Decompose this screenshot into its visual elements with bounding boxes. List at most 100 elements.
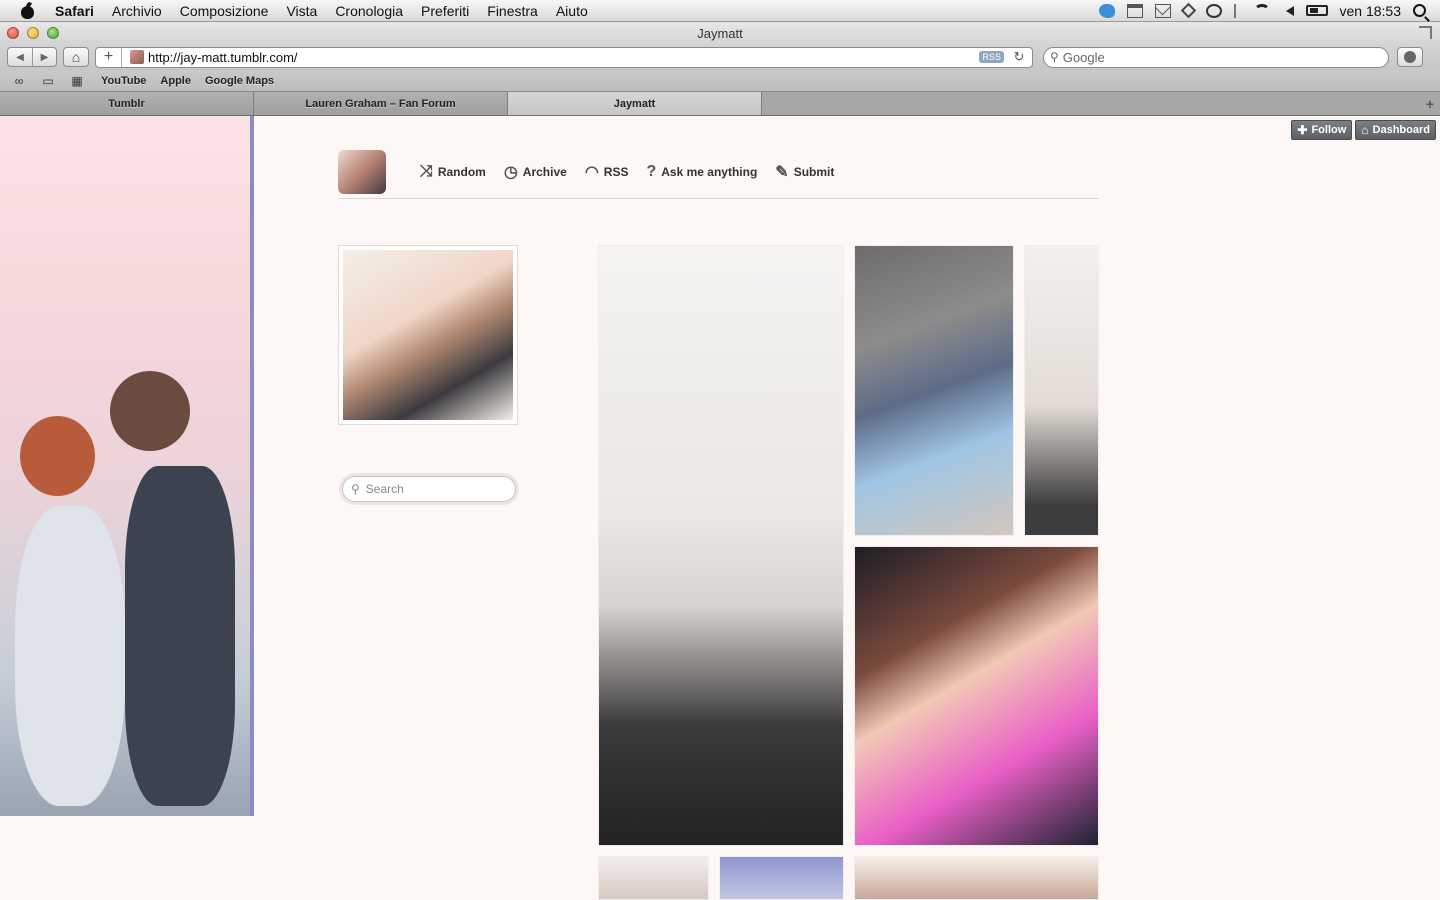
menu-preferiti[interactable]: Preferiti (412, 3, 478, 19)
search-icon: ⚲ (351, 482, 360, 496)
dropbox-icon[interactable] (1180, 2, 1196, 19)
dashboard-button[interactable]: ⌂ Dashboard (1355, 120, 1436, 140)
new-tab-icon[interactable]: + (1420, 92, 1440, 115)
profile-photo-card (338, 245, 518, 425)
post-photo[interactable] (598, 856, 709, 900)
post-photo[interactable] (854, 546, 1099, 846)
post-photo[interactable] (598, 245, 844, 846)
nav-submit-label: Submit (793, 165, 835, 179)
menu-app-name[interactable]: Safari (46, 3, 103, 19)
web-page: ✚ Follow ⌂ Dashboard ⤨ Random ◷ Archive … (0, 116, 1440, 900)
blog-search-placeholder: Search (365, 482, 404, 496)
sidebar-photo-head-2 (20, 416, 95, 496)
apple-menu-icon[interactable] (18, 3, 38, 19)
bookmark-youtube[interactable]: YouTube (101, 75, 146, 87)
rss-icon: ◠ (584, 164, 599, 181)
tab-lauren-graham-forum[interactable]: Lauren Graham – Fan Forum (254, 92, 508, 115)
back-button[interactable]: ◀ (8, 48, 32, 66)
add-bookmark-icon[interactable]: + (96, 47, 122, 67)
nav-archive[interactable]: ◷ Archive (504, 162, 567, 182)
google-search-field[interactable]: ⚲ Google (1043, 46, 1389, 68)
bookmarks-icon[interactable]: ▭ (38, 74, 58, 88)
menu-finestra[interactable]: Finestra (478, 3, 547, 19)
address-bar[interactable]: + http://jay-matt.tumblr.com/ RSS ↻ (95, 46, 1033, 68)
sidebar-border (250, 116, 254, 816)
plus-icon: ✚ (1297, 123, 1308, 137)
menu-archivio[interactable]: Archivio (103, 3, 171, 19)
bookmarks-bar: ∞ ▭ ▦ YouTube Apple Google Maps (0, 70, 1440, 92)
reload-icon[interactable]: ↻ (1010, 49, 1028, 65)
nav-ask-label: Ask me anything (661, 165, 758, 179)
twitter-icon[interactable] (1098, 3, 1115, 18)
history-nav: ◀ ▶ (7, 47, 57, 67)
shuffle-icon: ⤨ (420, 163, 433, 180)
edit-icon: ✎ (775, 164, 789, 181)
mac-menu-bar: Safari Archivio Composizione Vista Crono… (0, 0, 1440, 22)
tab-jaymatt[interactable]: Jaymatt (508, 92, 762, 115)
url-text[interactable]: http://jay-matt.tumblr.com/ (148, 50, 979, 65)
post-photo[interactable] (854, 856, 1099, 900)
home-icon: ⌂ (1361, 123, 1369, 137)
tumblr-controls: ✚ Follow ⌂ Dashboard (1291, 120, 1436, 140)
nav-submit[interactable]: ✎ Submit (775, 162, 834, 182)
profile-photo (343, 250, 513, 420)
google-search-placeholder: Google (1062, 49, 1105, 65)
sidebar-photo-dress (15, 506, 125, 806)
menu-aiuto[interactable]: Aiuto (547, 3, 597, 19)
bookmark-google-maps[interactable]: Google Maps (205, 75, 274, 87)
top-sites-icon[interactable]: ▦ (67, 74, 87, 88)
site-favicon (130, 50, 144, 64)
fullscreen-icon[interactable] (1419, 26, 1432, 39)
nav-random-label: Random (437, 165, 486, 179)
history-icon: ◷ (503, 164, 518, 181)
browser-toolbar: ◀ ▶ ⌂ + http://jay-matt.tumblr.com/ RSS … (0, 44, 1440, 70)
bookmark-apple[interactable]: Apple (160, 75, 191, 87)
follow-button[interactable]: ✚ Follow (1291, 120, 1353, 140)
time-machine-icon[interactable] (1205, 3, 1222, 18)
blog-nav: ⤨ Random ◷ Archive ◠ RSS ? Ask me anythi… (338, 146, 1099, 199)
battery-icon[interactable] (1305, 5, 1328, 16)
tab-bar: Tumblr Lauren Graham – Fan Forum Jaymatt… (0, 92, 1440, 116)
rss-badge[interactable]: RSS (979, 51, 1004, 63)
search-icon: ⚲ (1050, 50, 1059, 64)
post-photo[interactable] (719, 856, 844, 900)
window-title: Jaymatt (697, 25, 743, 41)
dashboard-label: Dashboard (1372, 124, 1430, 136)
nav-random[interactable]: ⤨ Random (420, 163, 486, 181)
mail-icon[interactable] (1154, 3, 1171, 18)
blog-avatar[interactable] (338, 150, 386, 194)
follow-label: Follow (1311, 124, 1347, 136)
question-icon: ? (646, 163, 657, 180)
window-controls (7, 27, 59, 39)
close-window-button[interactable] (7, 27, 19, 39)
blog-search-input[interactable]: ⚲ Search (342, 476, 516, 502)
home-button[interactable]: ⌂ (63, 47, 89, 67)
zoom-window-button[interactable] (47, 27, 59, 39)
spotlight-icon[interactable] (1413, 4, 1426, 17)
menu-composizione[interactable]: Composizione (171, 3, 278, 19)
sidebar-background-photo (0, 116, 250, 816)
menu-vista[interactable]: Vista (277, 3, 326, 19)
post-photo[interactable] (1024, 245, 1099, 536)
window-title-bar: Jaymatt (0, 22, 1440, 44)
photo-grid (598, 245, 1099, 900)
calendar-icon[interactable] (1126, 3, 1143, 18)
reading-list-icon[interactable]: ∞ (9, 74, 29, 88)
nav-rss[interactable]: ◠ RSS (585, 162, 629, 182)
nav-rss-label: RSS (603, 165, 629, 179)
nav-ask[interactable]: ? Ask me anything (646, 163, 757, 181)
tab-tumblr[interactable]: Tumblr (0, 92, 254, 115)
sidebar-photo-head (110, 371, 190, 451)
downloads-button[interactable] (1397, 47, 1423, 67)
sidebar-photo-vest (125, 466, 235, 806)
post-photo[interactable] (854, 245, 1014, 536)
wifi-icon[interactable] (1253, 3, 1270, 18)
nav-archive-label: Archive (522, 165, 567, 179)
menu-clock[interactable]: ven 18:53 (1340, 3, 1402, 19)
bluetooth-icon[interactable] (1233, 3, 1242, 18)
menu-status-area: ven 18:53 (1098, 2, 1440, 19)
minimize-window-button[interactable] (27, 27, 39, 39)
forward-button[interactable]: ▶ (32, 48, 56, 66)
menu-cronologia[interactable]: Cronologia (326, 3, 412, 19)
volume-icon[interactable] (1282, 5, 1294, 16)
